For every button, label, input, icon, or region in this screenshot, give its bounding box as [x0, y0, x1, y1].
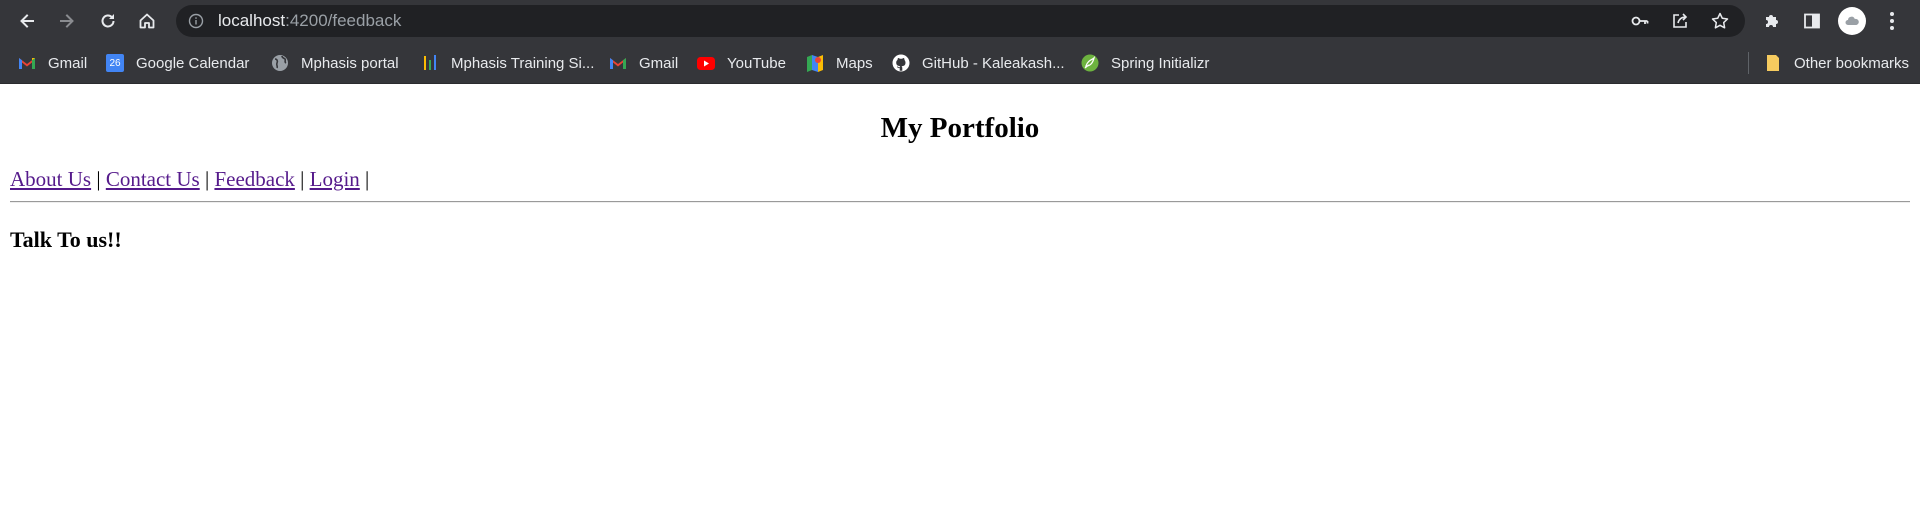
key-icon[interactable]	[1630, 11, 1650, 31]
bookmark-label: YouTube	[727, 54, 786, 72]
other-bookmarks[interactable]: Other bookmarks	[1764, 50, 1909, 76]
github-icon	[892, 54, 910, 72]
bookmark-label: Mphasis Training Si...	[451, 54, 595, 72]
home-button[interactable]	[131, 5, 163, 37]
bookmark-mphasis-training[interactable]: Mphasis Training Si...	[421, 50, 594, 76]
bookmark-gmail-2[interactable]: Gmail	[609, 50, 678, 76]
spring-icon	[1081, 54, 1099, 72]
bookmark-label: Spring Initializr	[1111, 54, 1210, 72]
youtube-icon	[697, 54, 715, 72]
nav-about-us-link[interactable]: About Us	[10, 167, 91, 191]
gmail-icon	[609, 54, 627, 72]
profile-avatar[interactable]	[1838, 7, 1866, 35]
url-path: :4200/feedback	[285, 11, 402, 30]
bookmark-maps[interactable]: Maps	[806, 50, 873, 76]
nav-feedback-link[interactable]: Feedback	[214, 167, 294, 191]
globe-icon	[271, 54, 289, 72]
url-host: localhost	[218, 11, 286, 30]
other-bookmarks-label: Other bookmarks	[1794, 54, 1910, 72]
bars-icon	[421, 54, 439, 72]
reload-button[interactable]	[92, 5, 124, 37]
folder-icon	[1764, 54, 1782, 72]
bookmarks-divider	[1748, 52, 1749, 74]
nav-separator: |	[300, 167, 305, 191]
bookmark-google-calendar[interactable]: 26 Google Calendar	[106, 50, 249, 76]
bookmark-spring-initializr[interactable]: Spring Initializr	[1081, 50, 1209, 76]
nav-separator: |	[204, 167, 210, 191]
nav-login-link[interactable]: Login	[310, 167, 360, 191]
bookmark-gmail[interactable]: Gmail	[18, 50, 87, 76]
arrow-left-icon	[20, 14, 34, 28]
bookmark-label: Maps	[836, 54, 873, 72]
bookmark-label: Gmail	[639, 54, 679, 72]
bookmark-label: Gmail	[48, 54, 88, 72]
gmail-icon	[18, 54, 36, 72]
side-panel-icon[interactable]	[1802, 11, 1822, 31]
address-bar[interactable]: localhost:4200/feedback	[176, 5, 1745, 37]
cloud-icon	[1845, 16, 1859, 25]
calendar-icon: 26	[106, 54, 124, 72]
bookmark-label: GitHub - Kaleakash...	[922, 54, 1065, 72]
reload-icon	[101, 14, 115, 28]
home-icon	[139, 13, 155, 29]
site-nav: About Us | Contact Us | Feedback | Login…	[10, 167, 369, 191]
feedback-heading: Talk To us!!	[10, 227, 122, 252]
back-button[interactable]	[11, 5, 43, 37]
browser-toolbar: localhost:4200/feedback	[0, 0, 1920, 42]
site-info-icon[interactable]	[188, 13, 204, 29]
maps-icon	[806, 54, 824, 72]
horizontal-rule	[10, 201, 1910, 203]
bookmark-label: Mphasis portal	[301, 54, 399, 72]
page-content: My Portfolio About Us | Contact Us | Fee…	[0, 85, 1920, 517]
bookmarks-bar: Gmail 26 Google Calendar Mphasis portal …	[0, 42, 1920, 84]
star-icon[interactable]	[1710, 11, 1730, 31]
page-title: My Portfolio	[880, 112, 1040, 144]
forward-button[interactable]	[51, 5, 83, 37]
arrow-right-icon	[60, 14, 74, 28]
bookmark-mphasis-portal[interactable]: Mphasis portal	[271, 50, 399, 76]
nav-separator: |	[96, 167, 101, 191]
kebab-menu-icon[interactable]	[1880, 9, 1904, 33]
share-icon[interactable]	[1670, 11, 1690, 31]
bookmark-youtube[interactable]: YouTube	[697, 50, 786, 76]
bookmark-github[interactable]: GitHub - Kaleakash...	[892, 50, 1065, 76]
bookmark-label: Google Calendar	[136, 54, 250, 72]
url-text[interactable]: localhost:4200/feedback	[218, 12, 401, 30]
nav-contact-us-link[interactable]: Contact Us	[106, 167, 200, 191]
nav-separator: |	[365, 167, 370, 191]
extensions-icon[interactable]	[1762, 11, 1782, 31]
